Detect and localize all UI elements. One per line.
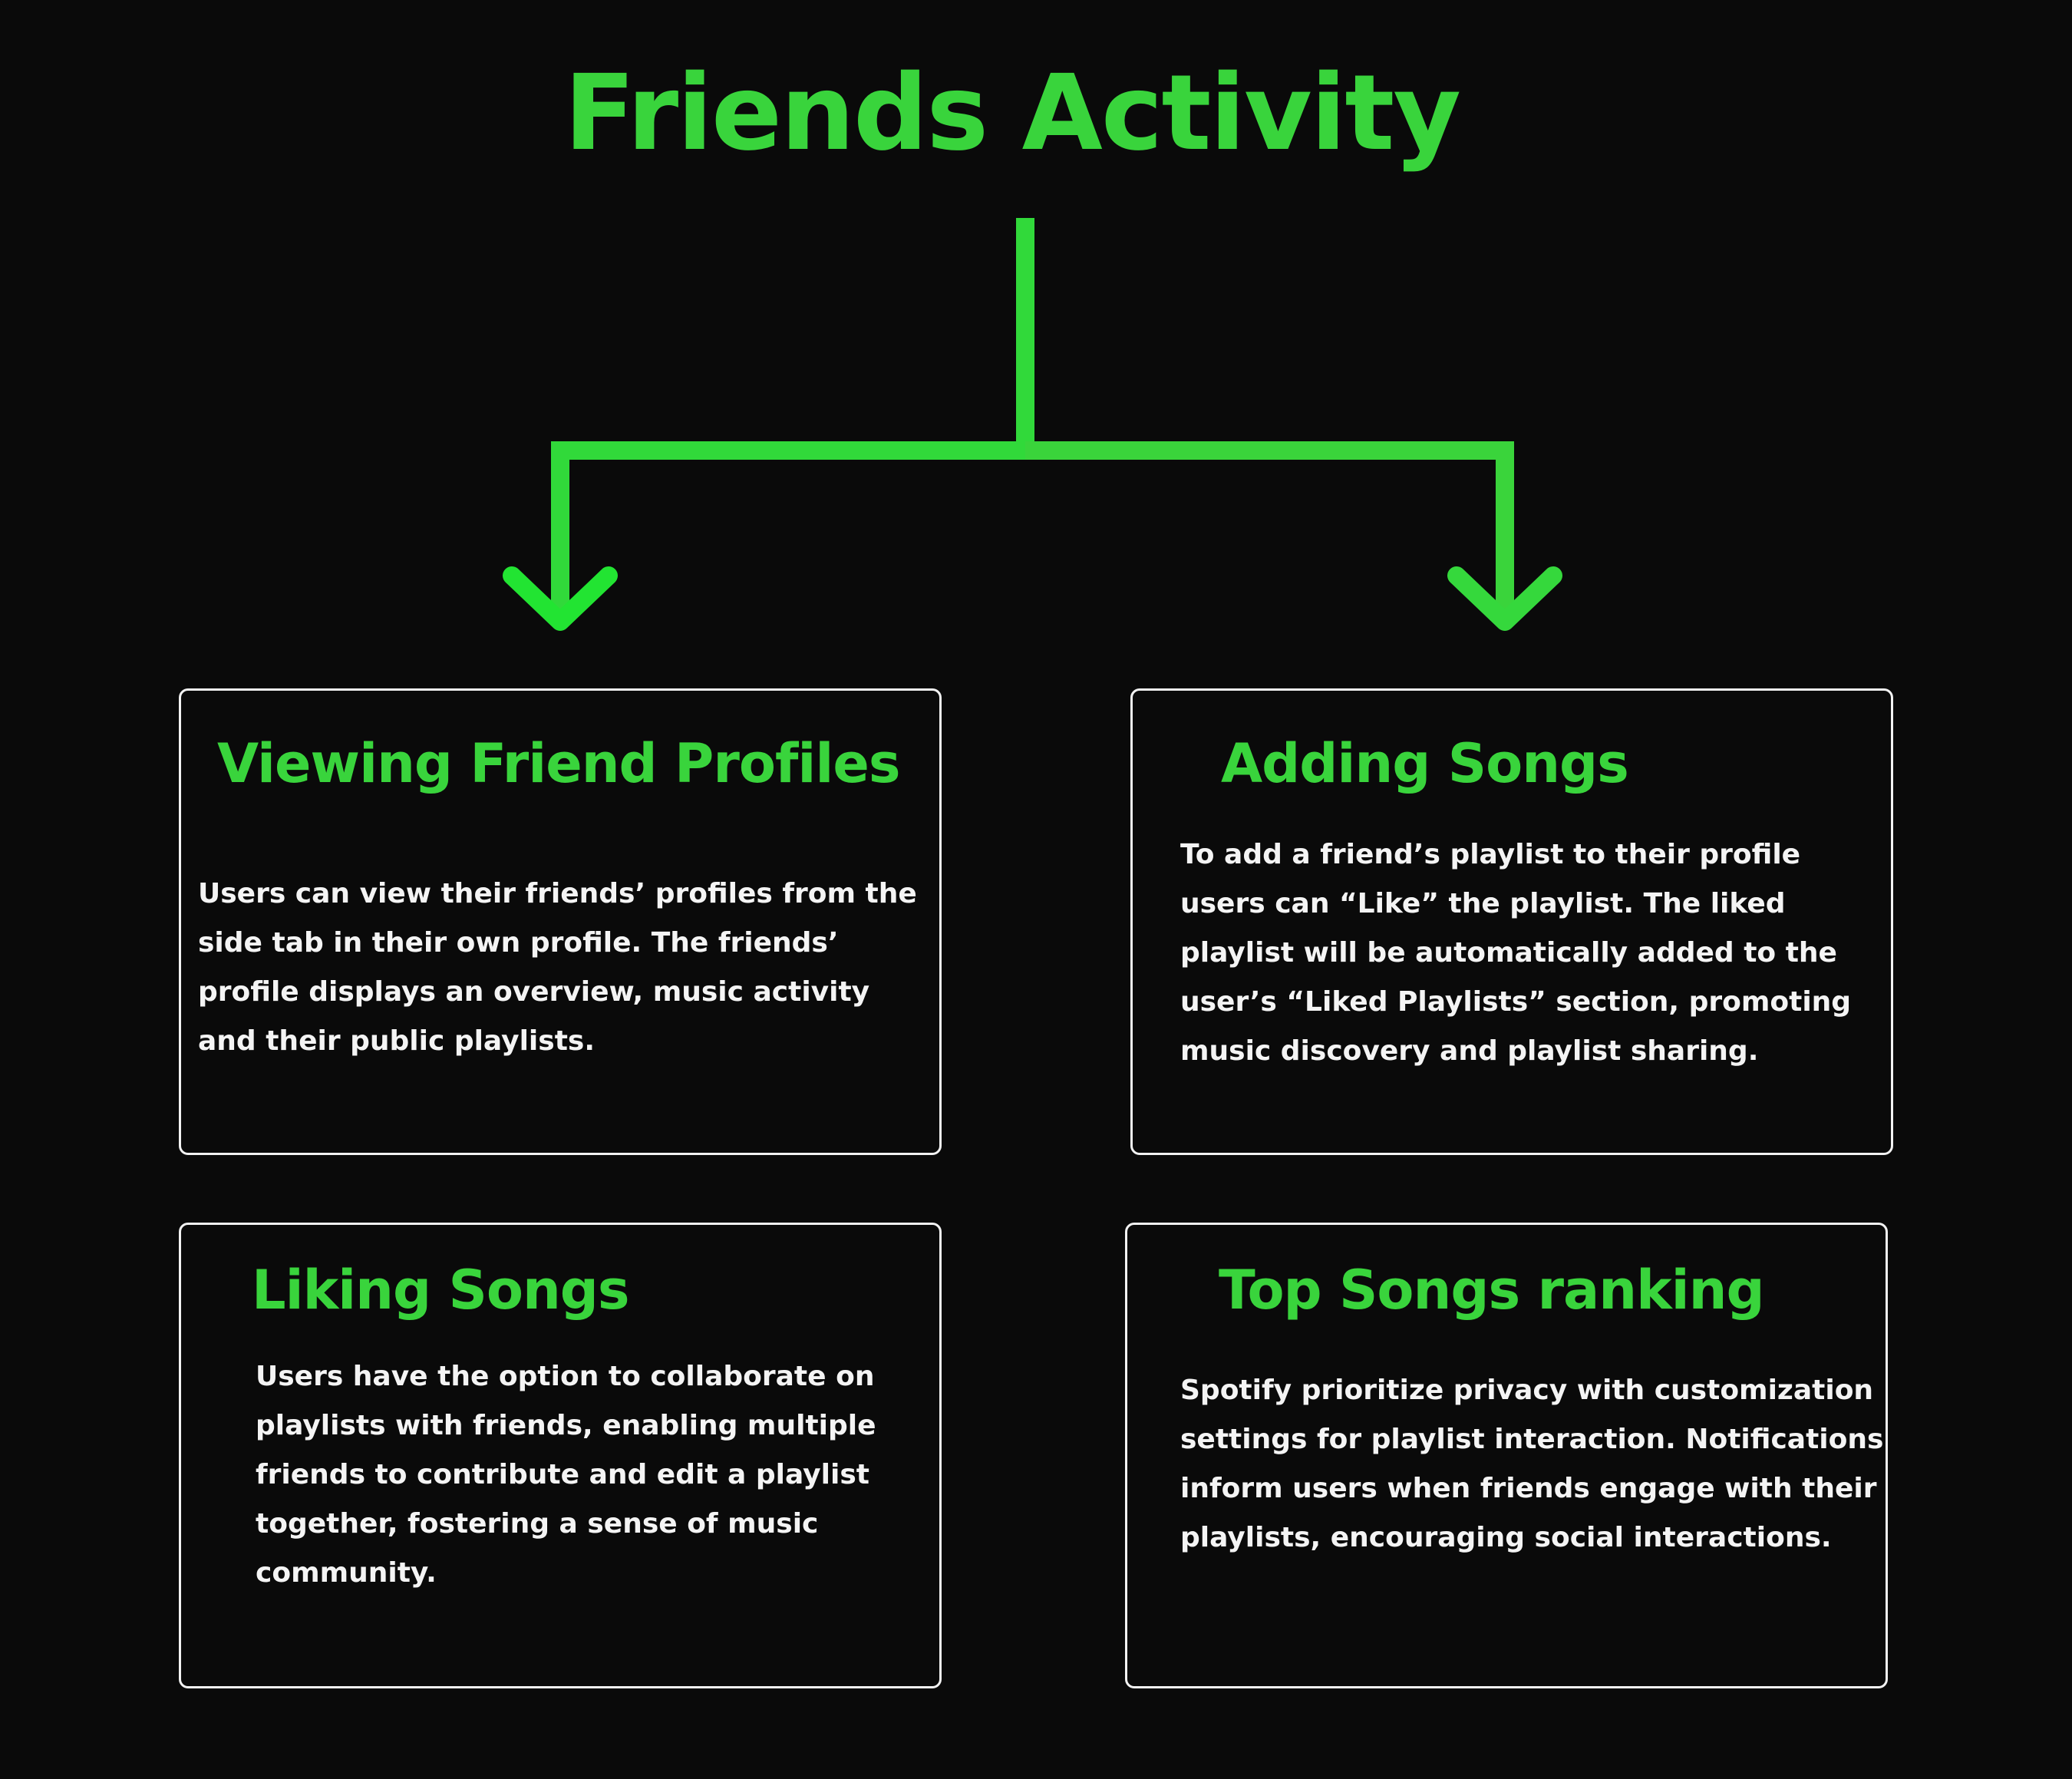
card-title: Liking Songs [252, 1259, 630, 1322]
card-description: Users have the option to collaborate on … [256, 1361, 876, 1589]
card-viewing-friend-profiles: Viewing Friend Profiles Users can view t… [179, 688, 942, 1155]
card-title: Adding Songs [1221, 732, 1629, 795]
card-description: Spotify prioritize privacy with customiz… [1180, 1375, 1884, 1553]
card-description: To add a friend’s playlist to their prof… [1180, 839, 1852, 1067]
card-title: Top Songs ranking [1219, 1259, 1765, 1322]
right-connector-line [1025, 441, 1514, 618]
card-liking-songs: Liking Songs Users have the option to co… [179, 1223, 942, 1688]
card-title: Viewing Friend Profiles [217, 732, 901, 795]
card-adding-songs: Adding Songs To add a friend’s playlist … [1130, 688, 1893, 1155]
card-top-songs-ranking: Top Songs ranking Spotify prioritize pri… [1125, 1223, 1888, 1688]
card-description: Users can view their friends’ profiles f… [198, 878, 917, 1057]
left-connector-line [551, 218, 1034, 618]
